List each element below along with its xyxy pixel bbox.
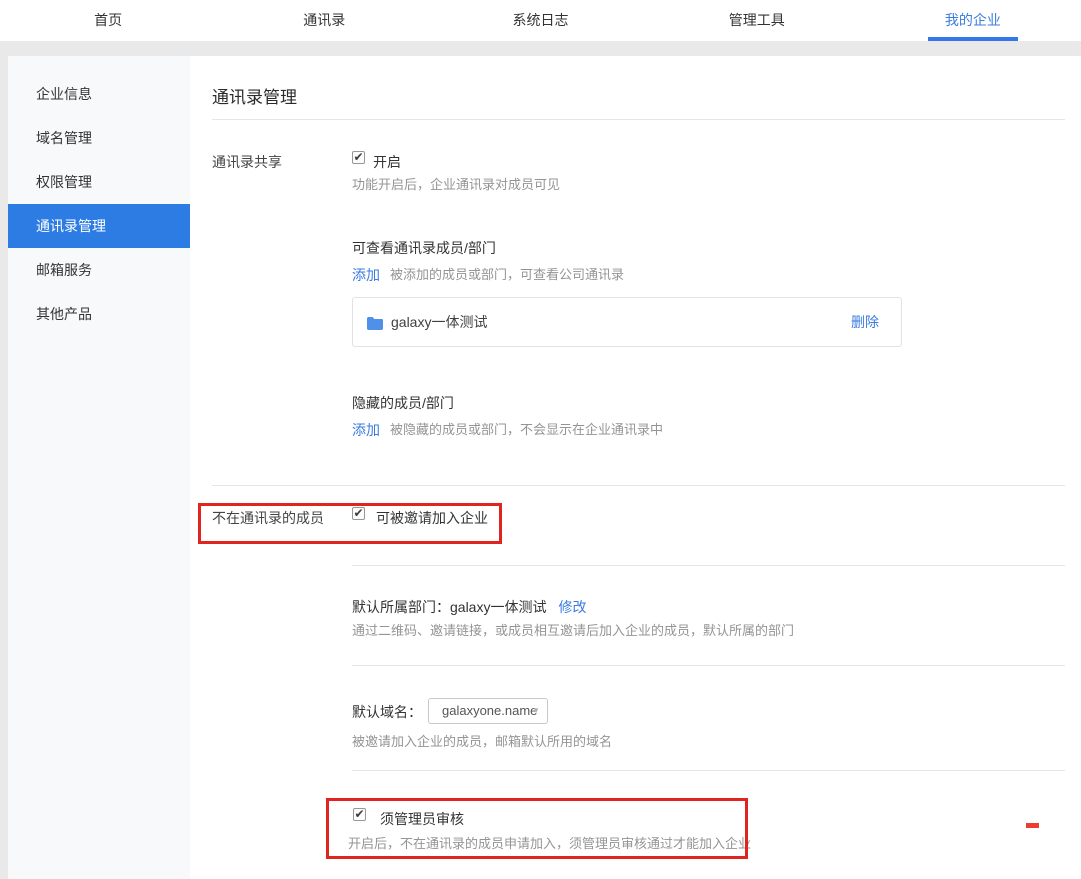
admin-review-checkbox-label: 须管理员审核 [380, 809, 464, 829]
sidebar-item-permission-management[interactable]: 权限管理 [8, 160, 190, 204]
hidden-add-hint: 被隐藏的成员或部门，不会显示在企业通讯录中 [390, 421, 663, 439]
default-domain-selected-value: galaxyone.name [442, 703, 537, 718]
contacts-sharing-checkbox[interactable]: ✔ [352, 151, 365, 164]
nav-item-contacts[interactable]: 通讯录 [216, 0, 432, 41]
checkmark-icon: ✔ [354, 808, 365, 820]
active-tab-underline [928, 37, 1018, 41]
folder-icon [367, 317, 383, 335]
section-divider [352, 770, 1065, 771]
non-directory-members-label: 不在通讯录的成员 [212, 508, 324, 528]
title-divider [212, 119, 1065, 120]
admin-review-checkbox[interactable]: ✔ [353, 808, 366, 821]
admin-review-description: 开启后，不在通讯录的成员申请加入，须管理员审核通过才能加入企业 [348, 835, 751, 853]
default-department-row: 默认所属部门：galaxy一体测试修改 [352, 597, 586, 617]
section-divider [352, 665, 1065, 666]
invitable-checkbox[interactable]: ✔ [352, 507, 365, 520]
delete-link[interactable]: 删除 [851, 298, 879, 346]
default-department-value: galaxy一体测试 [450, 599, 546, 615]
viewable-add-link[interactable]: 添加 [352, 265, 380, 285]
checkmark-icon: ✔ [353, 507, 364, 519]
section-divider [212, 485, 1065, 486]
department-name: galaxy一体测试 [391, 298, 487, 346]
sidebar-item-mailbox-service[interactable]: 邮箱服务 [8, 248, 190, 292]
modify-link[interactable]: 修改 [558, 599, 586, 615]
nav-item-system-log[interactable]: 系统日志 [432, 0, 648, 41]
nav-item-my-enterprise[interactable]: 我的企业 [865, 0, 1081, 41]
annotation-dash [1026, 823, 1039, 828]
invitable-checkbox-label: 可被邀请加入企业 [376, 508, 488, 528]
top-nav: 首页 通讯录 系统日志 管理工具 我的企业 [0, 0, 1081, 41]
viewable-member-row: galaxy一体测试 删除 [352, 297, 902, 347]
nav-item-admin-tools[interactable]: 管理工具 [649, 0, 865, 41]
sidebar-item-other-products[interactable]: 其他产品 [8, 292, 190, 336]
chevron-down-icon: ▼ [532, 699, 540, 723]
checkmark-icon: ✔ [353, 151, 364, 163]
default-domain-description: 被邀请加入企业的成员，邮箱默认所用的域名 [352, 733, 612, 751]
hidden-add-link[interactable]: 添加 [352, 420, 380, 440]
main-content: 通讯录管理 通讯录共享 ✔ 开启 功能开启后，企业通讯录对成员可见 可查看通讯录… [190, 56, 1081, 879]
default-department-description: 通过二维码、邀请链接，或成员相互邀请后加入企业的成员，默认所属的部门 [352, 622, 794, 640]
hidden-members-heading: 隐藏的成员/部门 [352, 393, 454, 413]
section-divider [352, 565, 1065, 566]
sidebar-item-enterprise-info[interactable]: 企业信息 [8, 72, 190, 116]
default-domain-select[interactable]: galaxyone.name ▼ [428, 698, 548, 724]
viewable-add-hint: 被添加的成员或部门，可查看公司通讯录 [390, 266, 624, 284]
page-title: 通讯录管理 [212, 83, 297, 108]
sidebar-item-domain-management[interactable]: 域名管理 [8, 116, 190, 160]
contacts-sharing-label: 通讯录共享 [212, 152, 282, 172]
default-domain-label: 默认域名： [352, 702, 422, 722]
contacts-sharing-checkbox-label: 开启 [373, 152, 401, 172]
contacts-sharing-description: 功能开启后，企业通讯录对成员可见 [352, 176, 560, 194]
default-department-label: 默认所属部门： [352, 599, 450, 615]
sidebar-item-contacts-management[interactable]: 通讯录管理 [8, 204, 190, 248]
nav-item-home[interactable]: 首页 [0, 0, 216, 41]
sidebar: 企业信息 域名管理 权限管理 通讯录管理 邮箱服务 其他产品 [8, 56, 190, 879]
nav-item-label: 我的企业 [945, 12, 1001, 28]
viewable-members-heading: 可查看通讯录成员/部门 [352, 238, 496, 258]
